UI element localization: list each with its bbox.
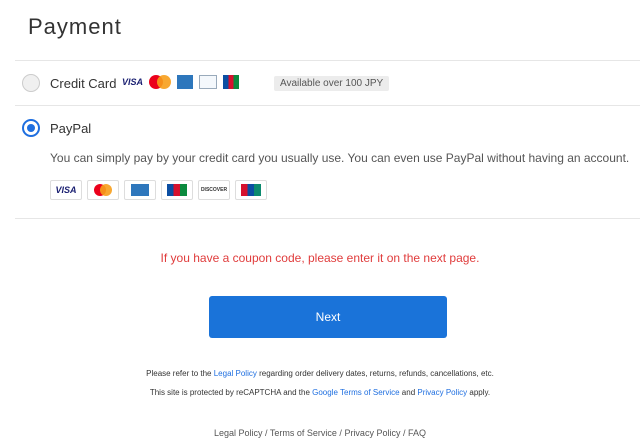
legal-line-1: Please refer to the Legal Policy regardi… [0, 369, 640, 378]
legal-text: apply. [467, 388, 491, 397]
legal-text: This site is protected by reCAPTCHA and … [149, 388, 313, 397]
legal-text: and [399, 388, 418, 397]
paypal-card-logos: VISA DISCOVER [50, 180, 267, 200]
legal-text: regarding order delivery dates, returns,… [256, 369, 494, 378]
page-title: Payment [28, 14, 122, 39]
diners-logo-icon [199, 75, 218, 89]
footer-separator: / [262, 428, 270, 438]
footer-legal-policy-link[interactable]: Legal Policy [214, 428, 263, 438]
footer-faq-link[interactable]: FAQ [408, 428, 426, 438]
footer-separator: / [400, 428, 408, 438]
footer-privacy-link[interactable]: Privacy Policy [344, 428, 400, 438]
paypal-label[interactable]: PayPal [50, 121, 91, 136]
availability-badge: Available over 100 JPY [274, 76, 390, 91]
jcb-logo-icon [161, 180, 193, 200]
mastercard-logo-icon [149, 75, 172, 89]
unionpay-logo-icon [235, 180, 267, 200]
paypal-radio[interactable] [22, 119, 40, 137]
visa-logo-icon: VISA [122, 77, 144, 87]
divider [15, 218, 640, 219]
credit-card-logos: VISA [122, 75, 240, 89]
footer-terms-link[interactable]: Terms of Service [270, 428, 337, 438]
mastercard-logo-icon [87, 180, 119, 200]
jcb-logo-icon [223, 75, 240, 89]
divider [15, 105, 640, 106]
legal-policy-link[interactable]: Legal Policy [214, 369, 257, 378]
credit-card-radio[interactable] [22, 74, 40, 92]
visa-logo-icon: VISA [50, 180, 82, 200]
coupon-notice: If you have a coupon code, please enter … [160, 251, 480, 265]
next-button[interactable]: Next [209, 296, 447, 338]
credit-card-label[interactable]: Credit Card [50, 76, 116, 91]
amex-logo-icon [177, 75, 194, 89]
footer-links: Legal Policy / Terms of Service / Privac… [0, 428, 640, 438]
privacy-policy-link[interactable]: Privacy Policy [417, 388, 467, 397]
amex-logo-icon [124, 180, 156, 200]
legal-line-2: This site is protected by reCAPTCHA and … [0, 388, 640, 397]
divider [15, 60, 640, 61]
legal-text: Please refer to the [146, 369, 214, 378]
paypal-description: You can simply pay by your credit card y… [50, 151, 630, 165]
discover-logo-icon: DISCOVER [198, 180, 230, 200]
google-terms-link[interactable]: Google Terms of Service [312, 388, 399, 397]
